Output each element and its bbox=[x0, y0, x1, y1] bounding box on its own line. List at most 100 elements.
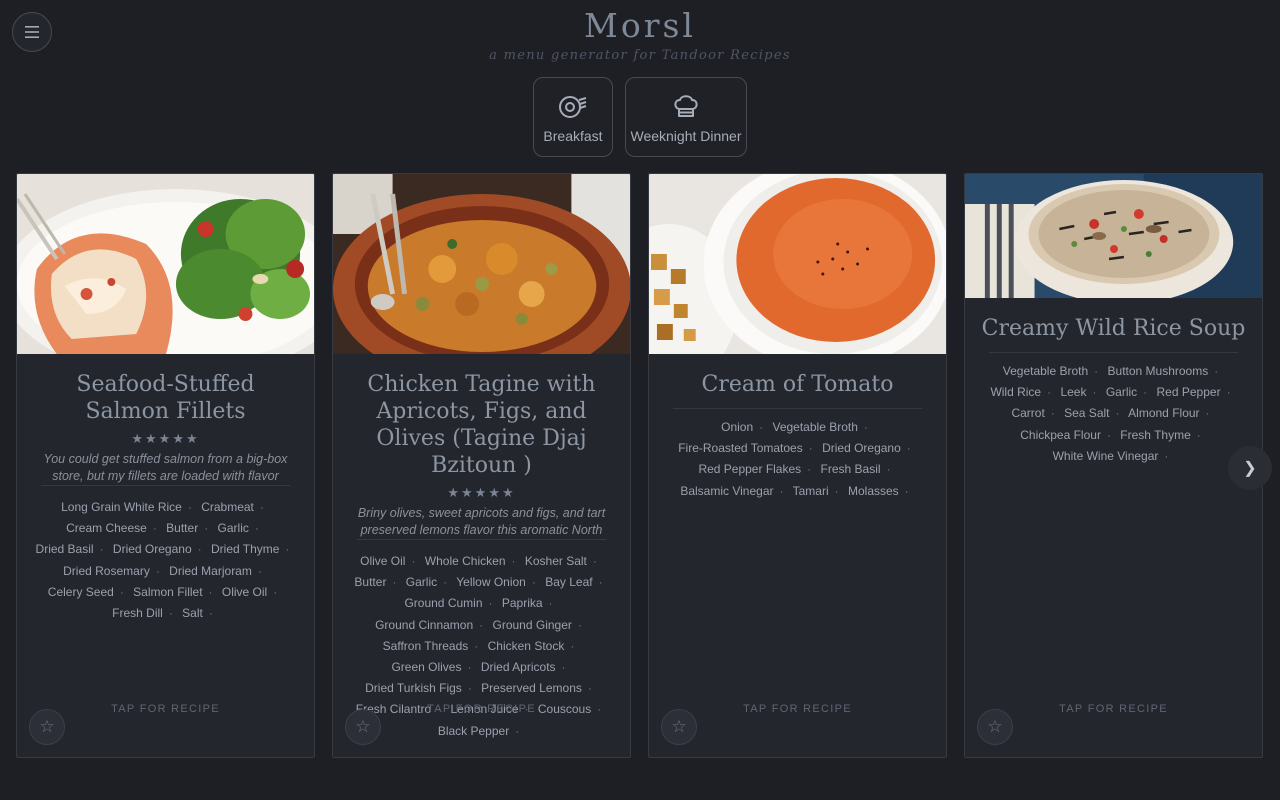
ingredient-separator: · bbox=[1196, 427, 1201, 442]
recipe-card[interactable]: Creamy Wild Rice Soup Vegetable Broth · B… bbox=[964, 173, 1263, 758]
ingredient-separator: · bbox=[531, 575, 536, 590]
ingredient-separator: · bbox=[392, 575, 397, 590]
favorite-button[interactable]: ☆ bbox=[29, 709, 65, 745]
ingredient-separator: · bbox=[863, 420, 868, 434]
ingredient-item: Dried Apricots · bbox=[480, 660, 566, 675]
ingredient-item: Kosher Salt · bbox=[524, 554, 597, 568]
ingredient-item: Almond Flour · bbox=[1128, 406, 1210, 421]
ingredient-item: Olive Oil · bbox=[221, 584, 278, 599]
recipe-rating: ★★★★★ bbox=[447, 485, 516, 500]
ingredient-item: Bay Leaf · bbox=[545, 575, 603, 590]
favorite-button[interactable]: ☆ bbox=[661, 709, 697, 745]
ingredient-item: Wild Rice · bbox=[990, 385, 1052, 400]
ingredient-item: Salt · bbox=[182, 606, 213, 621]
ingredient-separator: · bbox=[254, 521, 259, 536]
ingredient-item: Long Grain White Rice · bbox=[61, 500, 192, 514]
ingredient-item: Black Pepper · bbox=[437, 723, 520, 738]
ingredient-separator: · bbox=[808, 441, 813, 456]
ingredient-separator: · bbox=[273, 584, 278, 599]
ingredient-list: Vegetable Broth · Button Mushrooms · Wild … bbox=[965, 361, 1262, 467]
tap-for-recipe-link[interactable]: TAP FOR RECIPE bbox=[649, 703, 946, 715]
recipe-card[interactable]: Chicken Tagine with Apricots, Figs, and … bbox=[332, 173, 631, 758]
recipe-title: Seafood-Stuffed Salmon Fillets bbox=[76, 372, 255, 424]
recipe-card[interactable]: Seafood-Stuffed Salmon Fillets ★★★★★ You… bbox=[16, 173, 315, 758]
recipe-description: Briny olives, sweet apricots and figs, a… bbox=[357, 506, 606, 537]
divider bbox=[41, 485, 290, 486]
ingredient-item: Red Pepper Flakes · bbox=[698, 462, 812, 477]
recipe-photo bbox=[965, 174, 1262, 298]
ingredient-separator: · bbox=[759, 420, 764, 434]
ingredient-separator: · bbox=[119, 584, 124, 599]
egg-pan-icon bbox=[559, 96, 587, 118]
recipe-carousel: Seafood-Stuffed Salmon Fillets ★★★★★ You… bbox=[16, 173, 1263, 758]
recipe-card[interactable]: Cream of Tomato Onion · Vegetable Broth · … bbox=[648, 173, 947, 758]
ingredient-item: Garlic · bbox=[217, 521, 259, 536]
chevron-right-icon: ❯ bbox=[1243, 460, 1257, 477]
ingredient-separator: · bbox=[1092, 385, 1097, 400]
ingredient-separator: · bbox=[834, 483, 839, 498]
ingredient-separator: · bbox=[561, 660, 566, 675]
menu-selector: Breakfast Weeknight Dinner bbox=[0, 77, 1280, 157]
recipe-photo bbox=[17, 174, 314, 354]
ingredient-separator: · bbox=[1050, 406, 1055, 421]
ingredient-separator: · bbox=[1164, 448, 1169, 463]
ingredient-separator: · bbox=[411, 554, 416, 568]
ingredient-list: Long Grain White Rice · Crabmeat · Cream C… bbox=[17, 497, 314, 624]
ingredient-separator: · bbox=[570, 638, 575, 653]
ingredient-item: Fresh Thyme · bbox=[1120, 427, 1201, 442]
ingredient-item: Green Olives · bbox=[391, 660, 472, 675]
menu-breakfast-label: Breakfast bbox=[543, 128, 603, 144]
recipe-title: Cream of Tomato bbox=[701, 372, 894, 397]
ingredient-separator: · bbox=[548, 596, 553, 611]
ingredient-item: Olive Oil · bbox=[360, 554, 416, 568]
ingredient-separator: · bbox=[1106, 427, 1111, 442]
ingredient-item: Tamari · bbox=[792, 483, 839, 498]
ingredient-item: Butter · bbox=[354, 575, 397, 590]
ingredient-separator: · bbox=[1226, 385, 1231, 400]
ingredient-separator: · bbox=[904, 483, 909, 498]
tap-for-recipe-link[interactable]: TAP FOR RECIPE bbox=[17, 703, 314, 715]
ingredient-separator: · bbox=[474, 638, 479, 653]
ingredient-separator: · bbox=[208, 584, 213, 599]
ingredient-item: Chickpea Flour · bbox=[1020, 427, 1111, 442]
app-subtitle: a menu generator for Tandoor Recipes bbox=[489, 48, 791, 63]
ingredient-item: Yellow Onion · bbox=[456, 575, 536, 590]
tap-for-recipe-link[interactable]: TAP FOR RECIPE bbox=[333, 703, 630, 715]
ingredient-item: Onion · bbox=[721, 420, 764, 434]
ingredient-item: Dried Oregano · bbox=[112, 542, 202, 557]
chef-hat-icon bbox=[674, 95, 698, 117]
star-outline-icon: ☆ bbox=[987, 717, 1003, 736]
ingredient-item: Dried Thyme · bbox=[210, 542, 290, 557]
favorite-button[interactable]: ☆ bbox=[977, 709, 1013, 745]
recipe-title: Chicken Tagine with Apricots, Figs, and … bbox=[367, 372, 596, 478]
ingredient-separator: · bbox=[1205, 406, 1210, 421]
ingredient-item: Ground Ginger · bbox=[492, 617, 582, 632]
ingredient-separator: · bbox=[1094, 364, 1099, 378]
favorite-button[interactable]: ☆ bbox=[345, 709, 381, 745]
ingredient-separator: · bbox=[285, 542, 290, 557]
ingredient-item: Carrot · bbox=[1011, 406, 1055, 421]
ingredient-item: Saffron Threads · bbox=[382, 638, 479, 653]
ingredient-separator: · bbox=[467, 681, 472, 696]
recipe-description: You could get stuffed salmon from a big-… bbox=[43, 452, 288, 483]
ingredient-item: Button Mushrooms · bbox=[1107, 364, 1219, 378]
tap-for-recipe-link[interactable]: TAP FOR RECIPE bbox=[965, 703, 1262, 715]
ingredient-item: Vegetable Broth · bbox=[772, 420, 868, 434]
recipe-title: Creamy Wild Rice Soup bbox=[981, 316, 1246, 341]
menu-breakfast-button[interactable]: Breakfast bbox=[533, 77, 613, 157]
ingredient-separator: · bbox=[99, 542, 104, 557]
ingredient-item: Ground Cinnamon · bbox=[375, 617, 484, 632]
ingredient-item: Dried Oregano · bbox=[822, 441, 911, 456]
carousel-next-button[interactable]: ❯ bbox=[1228, 446, 1272, 490]
ingredient-item: White Wine Vinegar · bbox=[1052, 448, 1169, 463]
menu-weeknight-dinner-button[interactable]: Weeknight Dinner bbox=[625, 77, 747, 157]
app-title: Morsl bbox=[584, 6, 696, 45]
ingredient-item: Vegetable Broth · bbox=[1002, 364, 1099, 378]
ingredient-item: Celery Seed · bbox=[47, 584, 124, 599]
ingredient-separator: · bbox=[1143, 385, 1148, 400]
ingredient-separator: · bbox=[467, 660, 472, 675]
ingredient-separator: · bbox=[168, 606, 173, 621]
ingredient-separator: · bbox=[155, 563, 160, 578]
ingredient-separator: · bbox=[152, 521, 157, 536]
divider bbox=[673, 408, 922, 409]
